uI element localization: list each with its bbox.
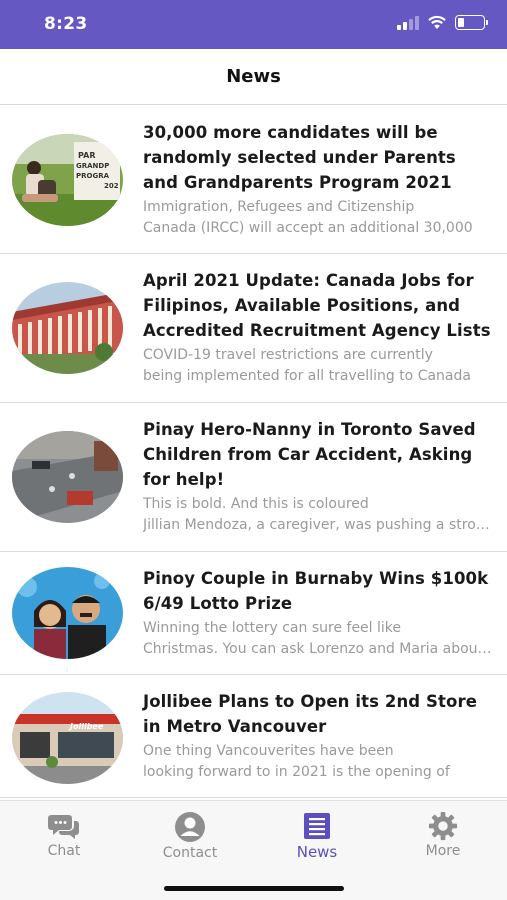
header: News bbox=[0, 49, 507, 105]
tab-news[interactable]: News bbox=[267, 811, 367, 861]
tab-label: Chat bbox=[47, 843, 81, 859]
news-item[interactable]: Jollibee Jollibee Plans to Open its 2nd … bbox=[0, 675, 507, 798]
jollibee-store-photo: Jollibee bbox=[12, 692, 123, 784]
tab-more[interactable]: More bbox=[393, 811, 493, 859]
status-bar: 8:23 bbox=[0, 0, 507, 49]
tab-label: Contact bbox=[162, 845, 218, 861]
signal-icon bbox=[397, 15, 419, 30]
tab-bar: Chat Contact News More bbox=[0, 800, 507, 900]
street-accident-photo bbox=[12, 431, 123, 523]
lotto-couple-photo bbox=[12, 567, 123, 659]
svg-text:Jollibee: Jollibee bbox=[68, 722, 104, 731]
news-item[interactable]: Pinoy Couple in Burnaby Wins $100k 6/49 … bbox=[0, 552, 507, 675]
chat-icon bbox=[48, 815, 79, 839]
news-item[interactable]: Pinay Hero-Nanny in Toronto Saved Childr… bbox=[0, 403, 507, 552]
news-icon bbox=[304, 813, 330, 839]
news-title: April 2021 Update: Canada Jobs for Filip… bbox=[143, 271, 491, 340]
news-title: Jollibee Plans to Open its 2nd Store in … bbox=[143, 692, 477, 736]
news-item[interactable]: PAR GRANDP PROGRA 202 30,000 more candid… bbox=[0, 106, 507, 254]
tab-label: More bbox=[425, 843, 461, 859]
svg-text:202: 202 bbox=[104, 182, 119, 190]
tab-label: News bbox=[296, 843, 338, 861]
wifi-icon bbox=[428, 15, 446, 29]
tab-chat[interactable]: Chat bbox=[14, 811, 114, 859]
news-title: Pinay Hero-Nanny in Toronto Saved Childr… bbox=[143, 420, 476, 489]
contact-icon bbox=[175, 812, 205, 842]
news-excerpt: Immigration, Refugees and Citizenship Ca… bbox=[143, 199, 473, 236]
svg-text:PROGRA: PROGRA bbox=[76, 172, 110, 180]
news-title: Pinoy Couple in Burnaby Wins $100k 6/49 … bbox=[143, 569, 489, 613]
news-title: 30,000 more candidates will be randomly … bbox=[143, 123, 456, 192]
news-list: PAR GRANDP PROGRA 202 30,000 more candid… bbox=[0, 106, 507, 798]
office-building-photo bbox=[12, 282, 123, 374]
status-icons bbox=[397, 15, 488, 30]
status-time: 8:23 bbox=[44, 14, 88, 34]
page-title: News bbox=[226, 66, 281, 87]
news-excerpt: Winning the lottery can sure feel like C… bbox=[143, 620, 493, 657]
parents-grandparents-program-photo: PAR GRANDP PROGRA 202 bbox=[12, 134, 123, 226]
news-item[interactable]: April 2021 Update: Canada Jobs for Filip… bbox=[0, 254, 507, 403]
home-indicator bbox=[164, 886, 344, 891]
battery-icon bbox=[455, 15, 488, 30]
svg-text:PAR: PAR bbox=[78, 151, 95, 160]
news-excerpt: COVID-19 travel restrictions are current… bbox=[143, 347, 471, 384]
svg-text:GRANDP: GRANDP bbox=[76, 162, 109, 170]
tab-contact[interactable]: Contact bbox=[140, 811, 240, 861]
news-excerpt: This is bold. And this is coloured Jilli… bbox=[143, 496, 493, 533]
news-excerpt: One thing Vancouverites have been lookin… bbox=[143, 743, 450, 780]
gear-icon bbox=[428, 811, 458, 841]
